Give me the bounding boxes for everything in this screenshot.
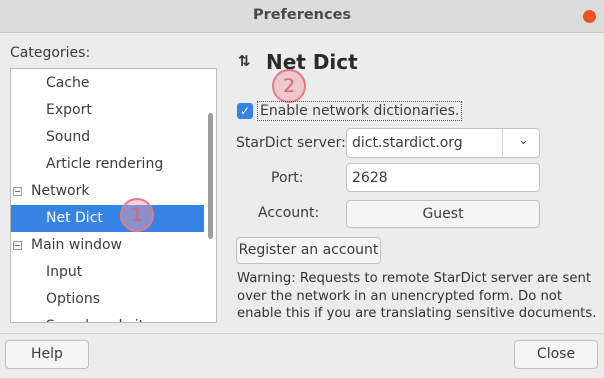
tree-item-export[interactable]: Export xyxy=(11,97,204,124)
annotation-marker-1: 1 xyxy=(120,198,154,232)
port-value: 2628 xyxy=(352,170,388,186)
port-label: Port: xyxy=(271,170,304,186)
chevron-down-icon[interactable]: ⌄ xyxy=(518,133,529,148)
server-select[interactable]: dict.stardict.org ⌄ xyxy=(346,128,540,158)
warning-text: Warning: Requests to remote StarDict ser… xyxy=(237,271,597,321)
categories-label: Categories: xyxy=(10,45,91,61)
tree-item-options[interactable]: Options xyxy=(11,286,204,313)
tree-item-main-window[interactable]: Main window xyxy=(11,232,204,259)
tree-item-article-rendering[interactable]: Article rendering xyxy=(11,151,204,178)
tree-item-network[interactable]: Network xyxy=(11,178,204,205)
tree-item-label: Export xyxy=(46,102,92,118)
help-button[interactable]: Help xyxy=(5,340,89,369)
footer-divider xyxy=(0,333,604,334)
tree-item-label: Network xyxy=(31,183,90,199)
title-bar: Preferences xyxy=(0,0,604,33)
account-button[interactable]: Guest xyxy=(346,200,540,228)
register-account-button[interactable]: Register an account xyxy=(236,237,381,264)
sort-arrows-icon: ⇅ xyxy=(238,52,251,70)
tree-scrollbar[interactable] xyxy=(208,113,213,239)
tree-item-search-website[interactable]: Search website xyxy=(11,313,204,322)
tree-item-label: Net Dict xyxy=(46,210,103,226)
tree-item-label: Input xyxy=(46,264,83,280)
close-button[interactable]: Close xyxy=(514,340,598,369)
enable-network-checkbox[interactable]: ✓ xyxy=(237,103,253,119)
tree-item-label: Main window xyxy=(31,237,122,253)
tree-item-label: Cache xyxy=(46,75,90,91)
tree-item-net-dict[interactable]: Net Dict xyxy=(11,205,204,232)
combo-divider xyxy=(502,129,503,157)
enable-network-label[interactable]: Enable network dictionaries. xyxy=(257,101,463,121)
annotation-marker-2: 2 xyxy=(272,69,306,103)
tree-item-sound[interactable]: Sound xyxy=(11,124,204,151)
tree-item-label: Sound xyxy=(46,129,91,145)
tree-item-label: Search website xyxy=(46,313,153,322)
server-label: StarDict server: xyxy=(236,135,346,151)
tree-item-input[interactable]: Input xyxy=(11,259,204,286)
tree-item-label: Options xyxy=(46,291,101,307)
server-value: dict.stardict.org xyxy=(352,135,463,151)
window-title: Preferences xyxy=(252,7,352,23)
collapse-icon[interactable] xyxy=(13,187,22,196)
tree-item-cache[interactable]: Cache xyxy=(11,70,204,97)
collapse-icon[interactable] xyxy=(13,241,22,250)
tree-item-label: Article rendering xyxy=(46,156,164,172)
port-field[interactable]: 2628 xyxy=(346,163,540,192)
window-close-button[interactable] xyxy=(583,10,596,23)
account-label: Account: xyxy=(258,205,320,221)
categories-tree[interactable]: Cache Export Sound Article rendering Net… xyxy=(10,68,217,323)
